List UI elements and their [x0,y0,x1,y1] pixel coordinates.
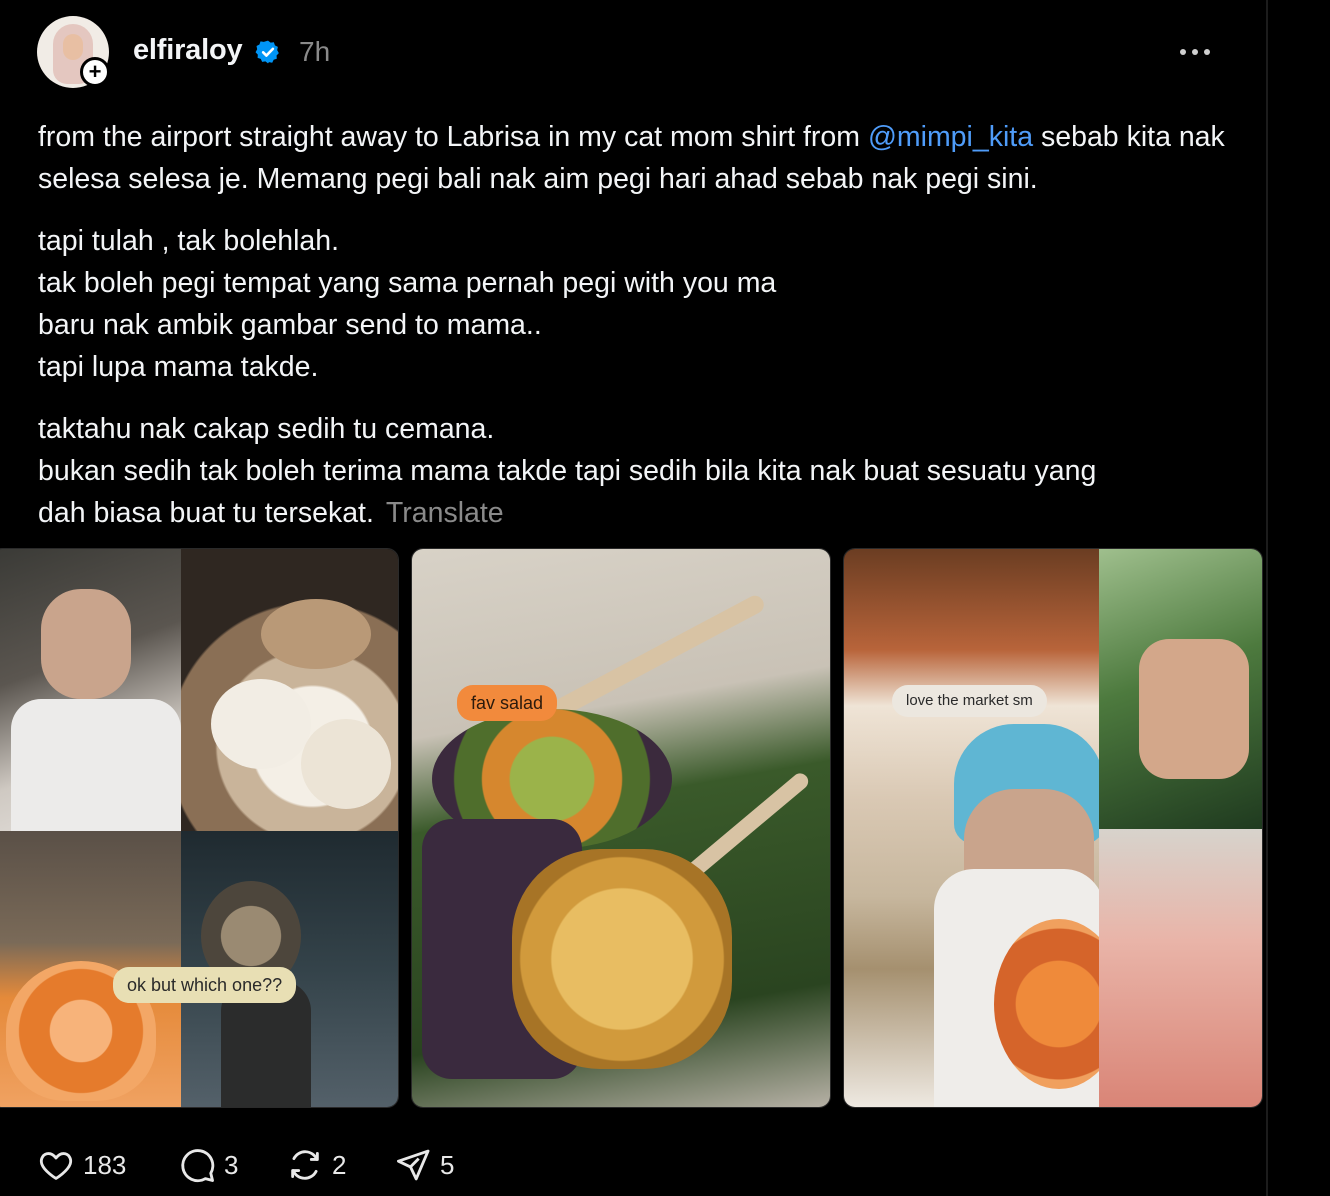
caption-line: baru nak ambik gambar send to mama.. [38,309,542,341]
more-options-button[interactable] [1180,40,1220,64]
post-image-3[interactable]: love the market sm [843,548,1263,1108]
translate-link[interactable]: Translate [386,497,504,529]
post-image-1[interactable]: ok but which one?? [0,548,399,1108]
column-divider [1266,0,1268,1196]
caption-line: bukan sedih tak boleh terima mama takde … [38,455,1097,529]
post-image-2[interactable]: fav salad [411,548,831,1108]
sticker-label: ok but which one?? [113,967,297,1003]
post-timestamp: 7h [299,36,331,67]
repost-icon [291,1150,319,1180]
mention-link[interactable]: @mimpi_kita [868,121,1033,153]
post-caption: from the airport straight away to Labris… [38,116,1238,534]
caption-line: tapi lupa mama takde. [38,351,319,383]
comment-button[interactable]: 3 [178,1145,238,1185]
caption-paragraph-1: from the airport straight away to Labris… [38,121,1225,195]
repost-count: 2 [332,1149,347,1180]
comment-count: 3 [224,1149,239,1180]
sticker-label: love the market sm [892,685,1047,717]
heart-icon [39,1152,73,1180]
follow-button[interactable]: + [80,57,110,87]
sticker-label: fav salad [457,685,558,721]
username[interactable]: elfiraloy [133,34,243,67]
share-count: 5 [440,1149,455,1180]
caption-line: tapi tulah , tak bolehlah. [38,225,340,257]
caption-line: tak boleh pegi tempat yang sama pernah p… [38,267,777,299]
share-icon [397,1149,430,1181]
like-count: 183 [83,1149,127,1180]
verified-badge-icon [255,40,279,64]
avatar[interactable]: + [37,16,110,88]
like-button[interactable]: 183 [37,1145,126,1185]
share-button[interactable]: 5 [394,1145,454,1185]
plus-icon: + [88,59,102,84]
more-dots-icon [1180,49,1186,55]
comment-icon [181,1149,215,1183]
repost-button[interactable]: 2 [286,1145,346,1185]
caption-line: taktahu nak cakap sedih tu cemana. [38,413,495,445]
